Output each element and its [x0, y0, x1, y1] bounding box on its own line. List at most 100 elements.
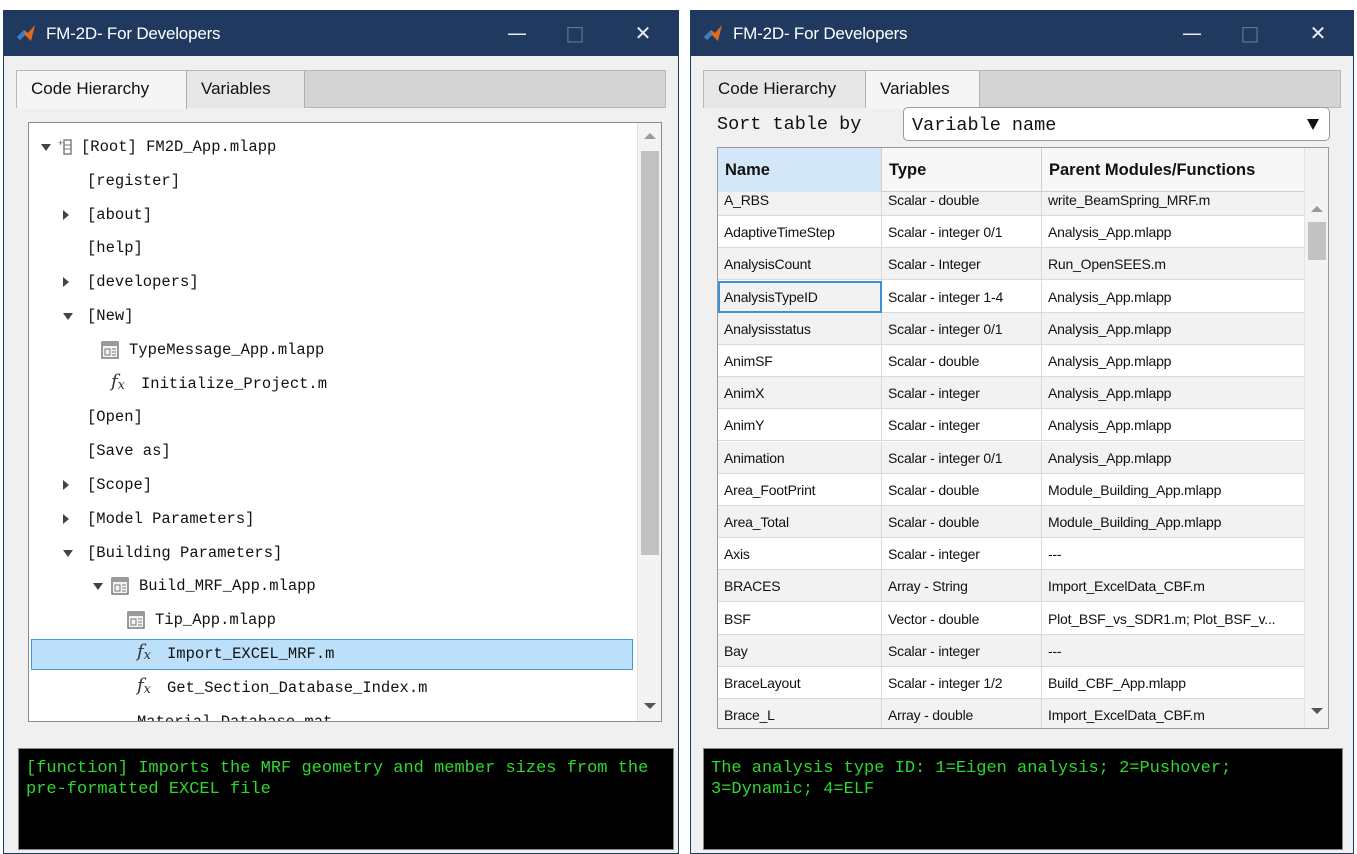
tree-node[interactable]: [Building Parameters]: [29, 537, 637, 569]
cell-type[interactable]: Scalar - double: [882, 473, 1042, 506]
close-button[interactable]: ✕: [626, 19, 660, 47]
cell-parent[interactable]: Analysis_App.mlapp: [1042, 280, 1306, 313]
tree-node[interactable]: [help]: [29, 232, 637, 264]
table-row[interactable]: AdaptiveTimeStep Scalar - integer 0/1 Anal…: [718, 216, 1306, 249]
cell-type[interactable]: Array - String: [882, 570, 1042, 603]
tree-node[interactable]: [Model Parameters]: [29, 503, 637, 535]
caret-right-icon[interactable]: [63, 277, 69, 288]
cell-type[interactable]: Scalar - integer 1-4: [882, 280, 1042, 313]
title-bar[interactable]: FM-2D- For Developers — □ ✕: [691, 11, 1353, 56]
cell-name[interactable]: AnimSF: [718, 345, 882, 377]
cell-name[interactable]: BSF: [718, 602, 882, 635]
tree-node[interactable]: [New]: [29, 300, 637, 332]
cell-name[interactable]: AnimY: [718, 409, 882, 442]
cell-type[interactable]: Scalar - integer 0/1: [882, 441, 1042, 474]
scroll-down-arrow[interactable]: [644, 703, 656, 709]
table-row[interactable]: AnalysisCount Scalar - Integer Run_OpenSEE…: [718, 248, 1306, 281]
cell-type[interactable]: Scalar - Integer: [882, 248, 1042, 281]
tree-node[interactable]: [register]: [29, 165, 637, 197]
table-row[interactable]: AnimX Scalar - integer Analysis_App.mlapp: [718, 377, 1306, 410]
tree-node[interactable]: Material_Database.mat: [29, 706, 637, 721]
cell-type[interactable]: Scalar - integer: [882, 409, 1042, 442]
maximize-button[interactable]: □: [558, 19, 592, 47]
cell-name[interactable]: BraceLayout: [718, 667, 882, 699]
table-row[interactable]: Animation Scalar - integer 0/1 Analysis_Ap…: [718, 441, 1306, 474]
tab-code-hierarchy[interactable]: Code Hierarchy: [704, 71, 866, 108]
cell-parent[interactable]: Analysis_App.mlapp: [1042, 312, 1306, 345]
tree-node[interactable]: + [Root] FM2D_App.mlapp: [29, 131, 637, 163]
tree-scrollbar[interactable]: [637, 123, 661, 721]
cell-name[interactable]: Axis: [718, 538, 882, 571]
cell-type[interactable]: Scalar - integer: [882, 538, 1042, 571]
cell-parent[interactable]: Import_ExcelData_CBF.m: [1042, 699, 1306, 728]
code-tree[interactable]: Material_Database.mat fx Get_Section_Datab…: [28, 122, 662, 722]
scroll-down-arrow[interactable]: [1311, 708, 1323, 714]
column-header-parent[interactable]: Parent Modules/Functions: [1042, 148, 1306, 192]
cell-name[interactable]: AnimX: [718, 377, 882, 410]
cell-name[interactable]: AnalysisTypeID: [718, 280, 882, 313]
cell-type[interactable]: Array - double: [882, 699, 1042, 728]
cell-parent[interactable]: Import_ExcelData_CBF.m: [1042, 570, 1306, 603]
cell-parent[interactable]: Run_OpenSEES.m: [1042, 248, 1306, 281]
title-bar[interactable]: FM-2D- For Developers — □ ✕: [4, 11, 678, 56]
table-row[interactable]: BraceLayout Scalar - integer 1/2 Build_CBF…: [718, 667, 1306, 699]
cell-name[interactable]: BRACES: [718, 570, 882, 603]
table-row[interactable]: AnalysisTypeID Scalar - integer 1-4 Analys…: [718, 280, 1306, 313]
cell-parent[interactable]: Analysis_App.mlapp: [1042, 377, 1306, 410]
table-row[interactable]: Area_Total Scalar - double Module_Building…: [718, 506, 1306, 538]
variables-table[interactable]: Brace_L Array - double Import_ExcelData_CB…: [717, 147, 1329, 729]
tree-node[interactable]: fx Get_Section_Database_Index.m: [29, 672, 637, 704]
scroll-thumb[interactable]: [641, 151, 659, 555]
caret-right-icon[interactable]: [63, 209, 69, 220]
table-row[interactable]: Analysisstatus Scalar - integer 0/1 Analys…: [718, 312, 1306, 345]
scroll-up-arrow[interactable]: [644, 133, 656, 139]
cell-parent[interactable]: ---: [1042, 634, 1306, 667]
cell-name[interactable]: AdaptiveTimeStep: [718, 216, 882, 249]
cell-parent[interactable]: Analysis_App.mlapp: [1042, 441, 1306, 474]
column-header-name[interactable]: Name: [718, 148, 882, 192]
cell-name[interactable]: Bay: [718, 634, 882, 667]
tree-node[interactable]: [developers]: [29, 266, 637, 298]
tab-variables[interactable]: Variables: [866, 71, 980, 109]
cell-type[interactable]: Scalar - integer 0/1: [882, 216, 1042, 249]
cell-parent[interactable]: Analysis_App.mlapp: [1042, 345, 1306, 377]
tree-node[interactable]: TypeMessage_App.mlapp: [29, 334, 637, 366]
cell-parent[interactable]: Module_Building_App.mlapp: [1042, 506, 1306, 538]
minimize-button[interactable]: —: [500, 19, 534, 47]
table-row[interactable]: AnimSF Scalar - double Analysis_App.mlapp: [718, 345, 1306, 377]
cell-parent[interactable]: Analysis_App.mlapp: [1042, 409, 1306, 442]
cell-name[interactable]: Animation: [718, 441, 882, 474]
tree-node[interactable]: Build_MRF_App.mlapp: [29, 570, 637, 602]
table-row[interactable]: Area_FootPrint Scalar - double Module_Buil…: [718, 473, 1306, 506]
caret-down-icon[interactable]: [63, 549, 73, 557]
cell-parent[interactable]: Module_Building_App.mlapp: [1042, 473, 1306, 506]
tree-node[interactable]: fx Initialize_Project.m: [29, 368, 637, 400]
tree-node[interactable]: fx Import_EXCEL_MRF.m: [29, 638, 637, 670]
table-row[interactable]: Brace_L Array - double Import_ExcelData_CB…: [718, 699, 1306, 728]
tree-node[interactable]: [Save as]: [29, 435, 637, 467]
tree-node[interactable]: Tip_App.mlapp: [29, 604, 637, 636]
cell-name[interactable]: Brace_L: [718, 699, 882, 728]
cell-name[interactable]: Area_Total: [718, 506, 882, 538]
minimize-button[interactable]: —: [1175, 19, 1209, 47]
cell-name[interactable]: Analysisstatus: [718, 312, 882, 345]
cell-name[interactable]: Area_FootPrint: [718, 473, 882, 506]
table-row[interactable]: Bay Scalar - integer ---: [718, 634, 1306, 667]
table-row[interactable]: BRACES Array - String Import_ExcelData_CBF…: [718, 570, 1306, 603]
maximize-button[interactable]: □: [1233, 19, 1267, 47]
cell-type[interactable]: Scalar - double: [882, 506, 1042, 538]
table-scrollbar[interactable]: [1304, 148, 1328, 728]
tree-node[interactable]: [Scope]: [29, 469, 637, 501]
caret-right-icon[interactable]: [63, 513, 69, 524]
cell-parent[interactable]: ---: [1042, 538, 1306, 571]
cell-parent[interactable]: Analysis_App.mlapp: [1042, 216, 1306, 249]
cell-parent[interactable]: Build_CBF_App.mlapp: [1042, 667, 1306, 699]
cell-type[interactable]: Scalar - integer 0/1: [882, 312, 1042, 345]
caret-right-icon[interactable]: [63, 480, 69, 490]
tree-node[interactable]: [about]: [29, 199, 637, 231]
sort-dropdown[interactable]: Variable name: [903, 107, 1330, 141]
cell-type[interactable]: Scalar - integer 1/2: [882, 667, 1042, 699]
cell-name[interactable]: AnalysisCount: [718, 248, 882, 281]
scroll-thumb[interactable]: [1308, 222, 1326, 260]
column-header-type[interactable]: Type: [882, 148, 1042, 192]
